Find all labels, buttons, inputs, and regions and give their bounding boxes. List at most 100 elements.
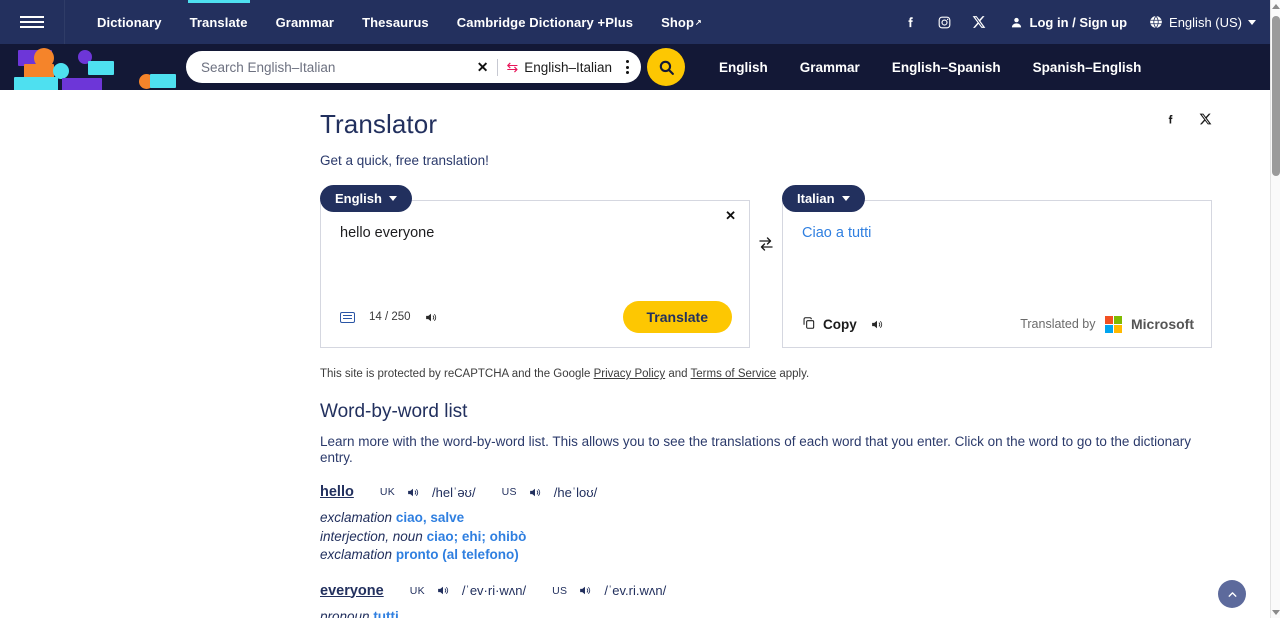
microsoft-logo-icon: [1104, 315, 1122, 333]
chevron-down-icon: [1248, 19, 1256, 25]
uk-speaker-icon[interactable]: [436, 584, 450, 597]
recaptcha-prefix: This site is protected by reCAPTCHA and …: [320, 368, 594, 380]
word-entry-header: everyone UK /ˈev·ri·wʌn/ US /ˈev.ri.wʌn/: [320, 583, 1212, 599]
privacy-policy-link[interactable]: Privacy Policy: [594, 368, 666, 380]
target-speaker-icon[interactable]: [870, 318, 884, 331]
word-entry: hello UK /helˈəʊ/ US /heˈloʊ/ exclamatio…: [320, 484, 1212, 565]
translated-by-label: Translated by: [1020, 317, 1096, 332]
hamburger-menu-icon[interactable]: [0, 0, 64, 44]
nav-item-cambridge-dictionary-plus[interactable]: Cambridge Dictionary +Plus: [443, 0, 647, 44]
sense-translation[interactable]: ciao; ehi; ohibò: [427, 529, 527, 544]
scrollbar-thumb[interactable]: [1272, 16, 1280, 176]
us-speaker-icon[interactable]: [528, 486, 542, 499]
page-subtitle: Get a quick, free translation!: [320, 153, 489, 168]
nav-label: Grammar: [275, 14, 335, 30]
keyboard-icon[interactable]: [340, 311, 355, 323]
scroll-up-arrow-icon[interactable]: [1271, 0, 1280, 12]
source-language-selector[interactable]: English: [320, 185, 412, 212]
quicklink-spanish-english[interactable]: Spanish–English: [1017, 60, 1158, 75]
quicklink-english[interactable]: English: [703, 60, 784, 75]
chevron-down-icon: [841, 196, 850, 201]
target-panel-footer: Copy Translated by Microsoft: [802, 315, 1194, 333]
copy-label: Copy: [823, 316, 857, 332]
login-signup-button[interactable]: Log in / Sign up: [996, 15, 1139, 30]
part-of-speech: pronoun: [320, 608, 370, 618]
back-to-top-button[interactable]: [1218, 580, 1246, 608]
search-clear-icon[interactable]: ✕: [468, 60, 498, 74]
site-language-selector[interactable]: English (US): [1139, 15, 1256, 30]
source-speaker-icon[interactable]: [424, 311, 438, 324]
source-panel: English ✕ hello everyone 14 / 250 Transl…: [320, 185, 750, 348]
uk-ipa: /helˈəʊ/: [432, 484, 476, 500]
source-language-label: English: [335, 191, 382, 206]
nav-item-dictionary[interactable]: Dictionary: [83, 0, 176, 44]
quicklink-grammar[interactable]: Grammar: [784, 60, 876, 75]
main-content: Translator Get a quick, free translation…: [0, 90, 1270, 618]
dictionary-quick-links: English Grammar English–Spanish Spanish–…: [703, 60, 1157, 75]
character-counter: 14 / 250: [369, 311, 411, 323]
target-language-label: Italian: [797, 191, 835, 206]
nav-label: Dictionary: [97, 14, 162, 30]
sense-list: pronoun tutti: [320, 608, 1212, 618]
recaptcha-notice: This site is protected by reCAPTCHA and …: [320, 368, 1212, 380]
search-box[interactable]: ✕ ⇆ English–Italian: [186, 51, 641, 83]
copy-button[interactable]: Copy: [802, 316, 857, 333]
swap-languages-icon[interactable]: [757, 235, 775, 258]
dictionary-pair-label[interactable]: English–Italian: [524, 60, 612, 75]
nav-item-thesaurus[interactable]: Thesaurus: [348, 0, 443, 44]
quicklink-english-spanish[interactable]: English–Spanish: [876, 60, 1017, 75]
nav-label: Cambridge Dictionary +Plus: [456, 14, 634, 30]
page-scrollbar[interactable]: [1270, 0, 1280, 618]
search-submit-button[interactable]: [647, 48, 685, 86]
translator-panels: English ✕ hello everyone 14 / 250 Transl…: [320, 185, 1212, 348]
nav-item-shop[interactable]: Shop ↗: [647, 0, 716, 44]
sense-row: exclamation pronto (al telefono): [320, 546, 1212, 565]
search-input[interactable]: [186, 59, 468, 75]
scroll-down-arrow-icon[interactable]: [1271, 606, 1280, 618]
browser-page: Dictionary Translate Grammar Thesaurus C…: [0, 0, 1280, 618]
translation-provider: Translated by Microsoft: [1020, 315, 1194, 333]
sense-row: interjection, noun ciao; ehi; ohibò: [320, 528, 1212, 547]
swap-horizontal-icon[interactable]: ⇆: [498, 59, 524, 76]
translate-button[interactable]: Translate: [622, 301, 732, 333]
target-output-box: Ciao a tutti Copy Translated by Microsof…: [782, 200, 1212, 348]
instagram-icon[interactable]: [928, 0, 962, 44]
facebook-icon[interactable]: [894, 0, 928, 44]
us-ipa: /heˈloʊ/: [553, 484, 598, 500]
top-navigation-bar: Dictionary Translate Grammar Thesaurus C…: [0, 0, 1270, 44]
sense-translation[interactable]: tutti: [373, 609, 398, 618]
terms-of-service-link[interactable]: Terms of Service: [691, 368, 777, 380]
clear-source-text-icon[interactable]: ✕: [725, 208, 736, 224]
us-ipa: /ˈev.ri.wʌn/: [604, 583, 667, 598]
nav-item-translate[interactable]: Translate: [176, 0, 262, 44]
word-entry-header: hello UK /helˈəʊ/ US /heˈloʊ/: [320, 484, 1212, 500]
word-by-word-description: Learn more with the word-by-word list. T…: [320, 434, 1191, 465]
part-of-speech: interjection, noun: [320, 528, 423, 544]
share-facebook-icon[interactable]: [1164, 112, 1177, 127]
nav-right-group: Log in / Sign up English (US): [894, 0, 1270, 44]
chevron-down-icon: [388, 196, 397, 201]
nav-label: Shop: [661, 14, 694, 30]
headword[interactable]: hello: [320, 484, 354, 500]
uk-ipa: /ˈev·ri·wʌn/: [461, 583, 527, 598]
word-by-word-heading: Word-by-word list: [320, 401, 468, 422]
share-x-twitter-icon[interactable]: [1199, 112, 1212, 127]
uk-speaker-icon[interactable]: [406, 486, 420, 499]
x-twitter-icon[interactable]: [962, 0, 996, 44]
part-of-speech: exclamation: [320, 547, 393, 562]
uk-region-label: UK: [409, 584, 425, 597]
more-options-icon[interactable]: [612, 60, 641, 74]
target-panel: Italian Ciao a tutti Copy Translated by …: [782, 185, 1212, 348]
source-textarea-box[interactable]: ✕ hello everyone 14 / 250 Translate: [320, 200, 750, 348]
sense-translation[interactable]: pronto (al telefono): [396, 547, 519, 562]
login-label: Log in / Sign up: [1029, 14, 1128, 30]
share-icons: [1164, 112, 1212, 127]
us-speaker-icon[interactable]: [578, 584, 592, 597]
sense-translation[interactable]: ciao, salve: [396, 510, 464, 525]
nav-item-grammar[interactable]: Grammar: [262, 0, 349, 44]
source-text[interactable]: hello everyone: [340, 225, 732, 241]
main-nav-links: Dictionary Translate Grammar Thesaurus C…: [65, 0, 716, 44]
target-language-selector[interactable]: Italian: [782, 185, 865, 212]
us-region-label: US: [552, 584, 568, 597]
headword[interactable]: everyone: [320, 583, 384, 599]
